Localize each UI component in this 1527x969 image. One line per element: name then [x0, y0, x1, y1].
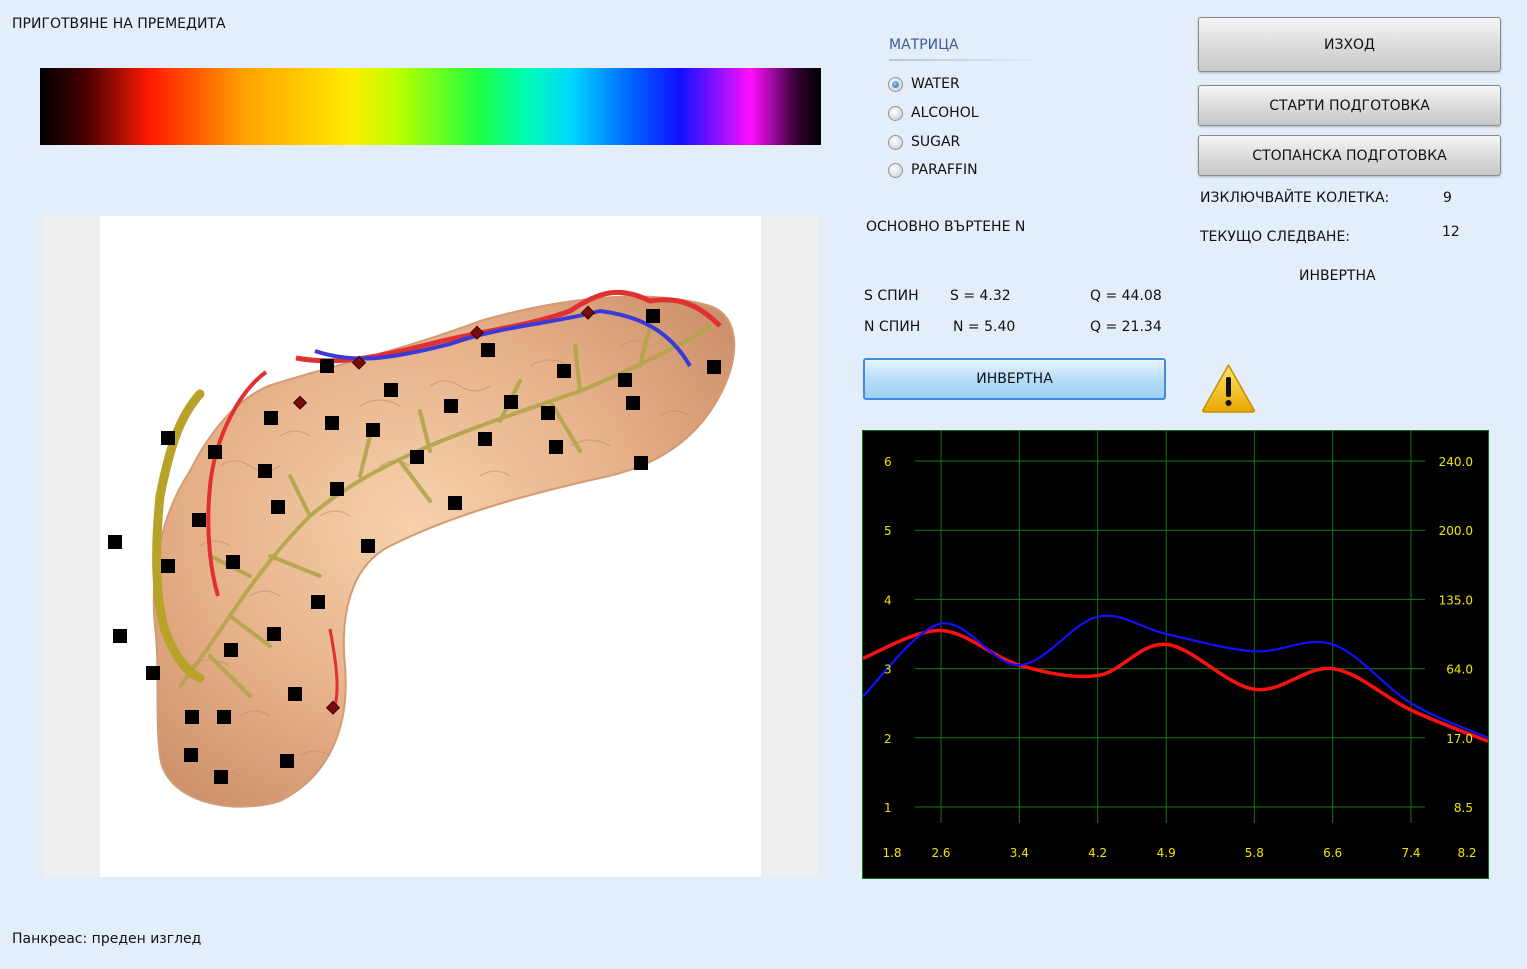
chart-canvas: 1 2 3 4 5 6 8.5 17.0 64.0 135.0 200.0 240.0 1.8 2.6 3.…	[863, 431, 1488, 860]
radio-label-water: WATER	[911, 76, 960, 92]
y-left-tick-label: 5	[884, 524, 892, 538]
radio-label-sugar: SUGAR	[911, 134, 961, 150]
mode-label: ИНВЕРТНА	[1299, 268, 1376, 284]
y-left-tick-label: 1	[884, 801, 892, 815]
app-title: ПРИГОТВЯНЕ НА ПРЕМЕДИТА	[12, 16, 226, 32]
organ-viewer[interactable]	[43, 216, 818, 877]
start-preparation-button[interactable]: СТАРТИ ПОДГОТОВКА	[1198, 85, 1501, 126]
x-tick-label: 5.8	[1245, 846, 1264, 860]
radio-paraffin[interactable]: PARAFFIN	[888, 162, 978, 178]
y-left-tick-label: 2	[884, 732, 892, 746]
y-left-tick-label: 3	[884, 663, 892, 677]
radio-water[interactable]: WATER	[888, 76, 960, 92]
x-tick-label: 3.4	[1010, 846, 1029, 860]
y-right-tick-label: 64.0	[1446, 663, 1473, 677]
pancreas-illustration	[108, 289, 736, 808]
y-left-tick-label: 6	[884, 455, 892, 469]
exit-button[interactable]: ИЗХОД	[1198, 17, 1501, 72]
farm-preparation-button[interactable]: СТОПАНСКА ПОДГОТОВКА	[1198, 135, 1501, 176]
warning-triangle-icon	[1200, 362, 1257, 418]
x-tick-label: 1.8	[882, 846, 901, 860]
matrix-divider	[889, 59, 1049, 61]
y-left-tick-label: 4	[884, 593, 892, 607]
x-tick-label: 7.4	[1401, 846, 1420, 860]
y-right-tick-label: 17.0	[1446, 732, 1473, 746]
series-red-line	[863, 628, 1488, 743]
y-right-tick-label: 200.0	[1439, 524, 1473, 538]
s-spin-value: S = 4.32	[950, 288, 1011, 304]
radio-button[interactable]	[888, 162, 903, 178]
x-tick-label: 2.6	[931, 846, 950, 860]
current-label: ТЕКУЩО СЛЕДВАНЕ:	[1200, 229, 1351, 245]
exclude-label: ИЗКЛЮЧВАЙТЕ КОЛЕТКА:	[1200, 190, 1390, 206]
s-spin-label: S СПИН	[864, 288, 919, 304]
radio-alcohol[interactable]: ALCOHOL	[888, 105, 979, 121]
y-right-tick-label: 8.5	[1454, 801, 1473, 815]
radio-button-selected[interactable]	[888, 76, 903, 92]
rotation-label: ОСНОВНО ВЪРТЕНЕ N	[866, 219, 1026, 235]
x-tick-label: 4.9	[1157, 846, 1176, 860]
s-spin-q: Q = 44.08	[1090, 288, 1162, 304]
radio-label-alcohol: ALCOHOL	[911, 105, 979, 121]
invert-button[interactable]: ИНВЕРТНА	[863, 358, 1166, 400]
viewer-caption: Панкреас: преден изглед	[12, 931, 202, 947]
n-spin-q: Q = 21.34	[1090, 319, 1162, 335]
n-spin-value: N = 5.40	[953, 319, 1016, 335]
spectrum-chart: 1 2 3 4 5 6 8.5 17.0 64.0 135.0 200.0 240.0 1.8 2.6 3.…	[862, 430, 1489, 879]
x-tick-label: 4.2	[1088, 846, 1107, 860]
n-spin-label: N СПИН	[864, 319, 921, 335]
matrix-group-title: МАТРИЦА	[889, 37, 959, 53]
x-tick-label: 8.2	[1457, 846, 1476, 860]
color-spectrum-bar	[40, 68, 821, 145]
exclude-value: 9	[1443, 190, 1452, 206]
x-tick-label: 6.6	[1323, 846, 1342, 860]
organ-canvas[interactable]	[100, 216, 761, 877]
current-value: 12	[1442, 224, 1460, 240]
y-right-tick-label: 135.0	[1439, 593, 1473, 607]
radio-label-paraffin: PARAFFIN	[911, 162, 978, 178]
radio-button[interactable]	[888, 105, 903, 121]
y-right-tick-label: 240.0	[1439, 455, 1473, 469]
radio-button[interactable]	[888, 134, 903, 150]
radio-sugar[interactable]: SUGAR	[888, 134, 960, 150]
